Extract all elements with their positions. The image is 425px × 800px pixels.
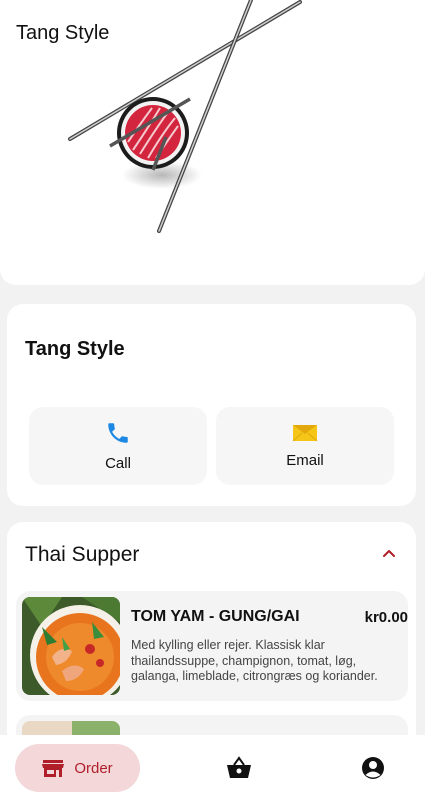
phone-icon <box>108 423 128 443</box>
storefront-icon <box>42 760 65 777</box>
nav-order-label: Order <box>74 759 113 777</box>
account-circle-icon[interactable] <box>361 756 385 780</box>
dish-name: TOM YAM - GUNG/GAI <box>131 608 300 625</box>
restaurant-name: Tang Style <box>16 22 110 44</box>
basket-icon[interactable] <box>226 756 252 780</box>
restaurant-info-card: Tang Style Call Email <box>7 304 416 506</box>
call-button[interactable]: Call <box>29 407 207 485</box>
hero-banner: Tang Style <box>0 0 425 285</box>
info-title: Tang Style <box>25 338 125 360</box>
section-title: Thai Supper <box>25 543 140 566</box>
dish-image <box>22 597 120 695</box>
envelope-icon <box>292 425 318 442</box>
email-button[interactable]: Email <box>216 407 394 485</box>
dish-price: kr0.00 <box>364 609 408 626</box>
dish-description: Med kylling eller rejer. Klassisk klar t… <box>131 638 378 683</box>
nav-order-tab[interactable]: Order <box>15 744 140 792</box>
call-label: Call <box>105 455 131 472</box>
bottom-navigation: Order <box>0 735 425 800</box>
email-label: Email <box>286 452 324 469</box>
chevron-up-icon[interactable] <box>382 546 396 560</box>
dish-item[interactable]: TOM YAM - GUNG/GAI kr0.00 Med kylling el… <box>16 591 408 701</box>
